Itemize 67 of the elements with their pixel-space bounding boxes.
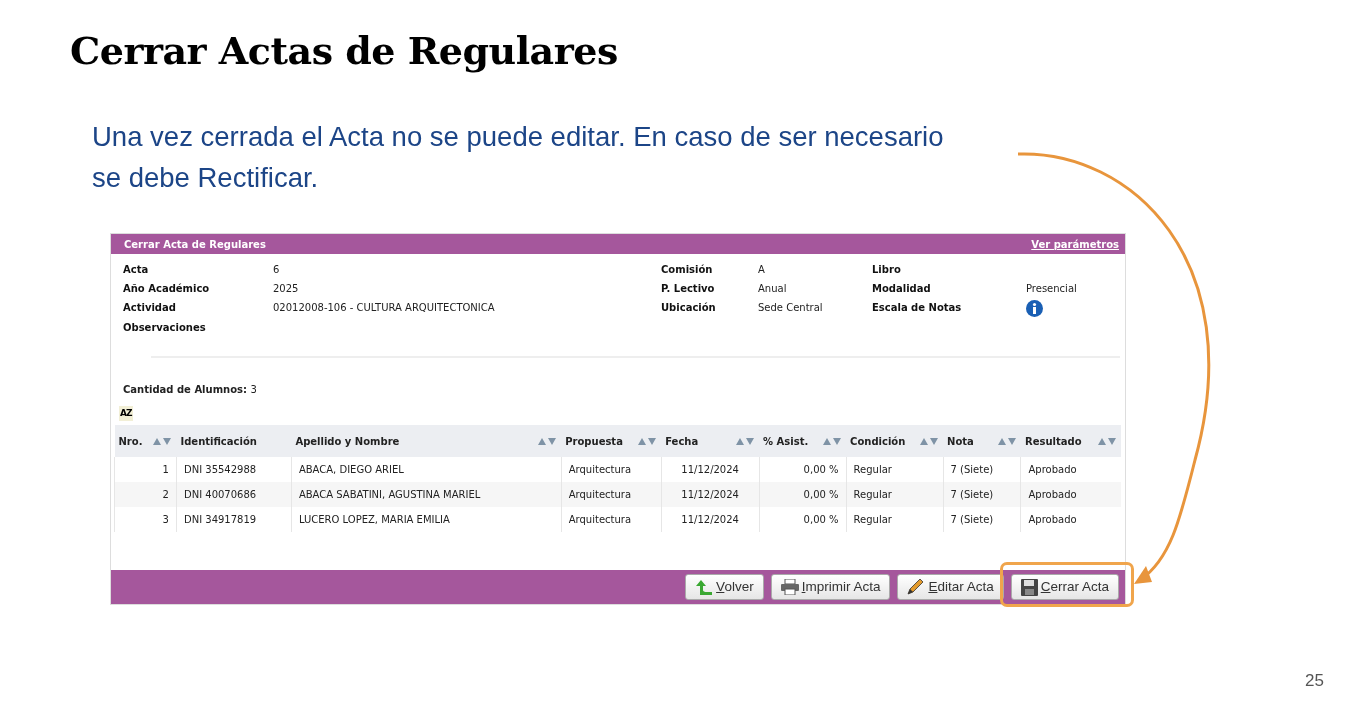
field-label: Acta (123, 263, 150, 277)
page-number: 25 (1305, 670, 1324, 692)
table-cell: DNI 40070686 (176, 482, 292, 507)
table-cell: 7 (Siete) (943, 482, 1021, 507)
column-header: % Asist. (763, 434, 809, 449)
sort-icon[interactable] (997, 437, 1017, 445)
table-cell: Aprobado (1020, 482, 1121, 507)
column-header: Resultado (1024, 434, 1082, 449)
column-header: Condición (850, 434, 906, 449)
table-cell: LUCERO LOPEZ, MARIA EMILIA (291, 507, 562, 532)
field-label: Escala de Notas (872, 301, 963, 315)
column-header: Nota (947, 434, 974, 449)
sort-icon[interactable] (736, 437, 756, 445)
footer-button[interactable]: Imprimir Acta (770, 574, 891, 600)
student-count: Cantidad de Alumnos: 3 (122, 383, 258, 397)
field-value: Anual (758, 282, 788, 296)
field-label: Comisión (661, 263, 714, 277)
parameters-link[interactable]: Ver parámetros (1031, 236, 1119, 252)
sort-icon[interactable] (538, 437, 558, 445)
field-label: Ubicación (661, 301, 717, 315)
panel-title: Cerrar Acta de Regulares (124, 237, 266, 252)
field-label: Año Académico (123, 282, 211, 296)
table-cell: 0,00 % (759, 507, 847, 532)
table-cell: Arquitectura (561, 507, 662, 532)
sort-icon[interactable] (638, 437, 658, 445)
field-value: Presencial (1026, 282, 1078, 296)
table-cell: 3 (114, 507, 177, 532)
field-value: 2025 (273, 282, 300, 296)
table-cell: Regular (846, 482, 943, 507)
footer-button[interactable]: Editar Acta (897, 574, 1004, 600)
sort-icon[interactable] (920, 437, 939, 445)
column-header: Fecha (665, 434, 699, 449)
table-cell: 11/12/2024 (661, 507, 760, 532)
sort-icon[interactable] (153, 437, 173, 445)
table-cell: 2 (114, 482, 177, 507)
table-cell: Arquitectura (561, 482, 662, 507)
sort-icon[interactable] (823, 437, 843, 445)
sort-toggle[interactable]: AZ (119, 406, 133, 421)
sort-icon[interactable] (1098, 437, 1117, 445)
field-label: Actividad (123, 301, 177, 315)
table-cell: 11/12/2024 (661, 482, 760, 507)
column-header: Identificación (180, 434, 257, 449)
slide-title: Cerrar Actas de Regulares (70, 28, 618, 74)
field-value: Sede Central (758, 301, 824, 315)
table-cell: 7 (Siete) (943, 507, 1021, 532)
table-cell: ABACA SABATINI, AGUSTINA MARIEL (291, 482, 562, 507)
table-cell: Regular (846, 507, 943, 532)
column-header: Propuesta (565, 434, 623, 449)
field-label: Libro (872, 263, 902, 277)
info-icon[interactable] (1026, 300, 1043, 317)
table-cell: Aprobado (1020, 507, 1121, 532)
table-cell: DNI 34917819 (176, 507, 292, 532)
column-header: Apellido y Nombre (295, 434, 400, 449)
back-arrow-icon (695, 579, 714, 595)
pencil-icon (907, 579, 926, 595)
field-label: P. Lectivo (661, 282, 716, 296)
field-value: 6 (273, 263, 281, 277)
column-header: Nro. (118, 434, 143, 449)
footer-button[interactable]: Volver (685, 574, 764, 600)
slide-text: Una vez cerrada el Acta no se puede editar. En caso de ser necesario se debe Rectificar. (92, 120, 945, 195)
table-cell: 0,00 % (759, 482, 847, 507)
printer-icon (780, 579, 799, 595)
field-value: A (758, 263, 766, 277)
field-label: Modalidad (872, 282, 932, 296)
footer-button[interactable]: Cerrar Acta (1010, 574, 1119, 600)
field-value: 02012008-106 - CULTURA ARQUITECTONICA (273, 301, 496, 315)
field-label: Observaciones (123, 321, 207, 335)
